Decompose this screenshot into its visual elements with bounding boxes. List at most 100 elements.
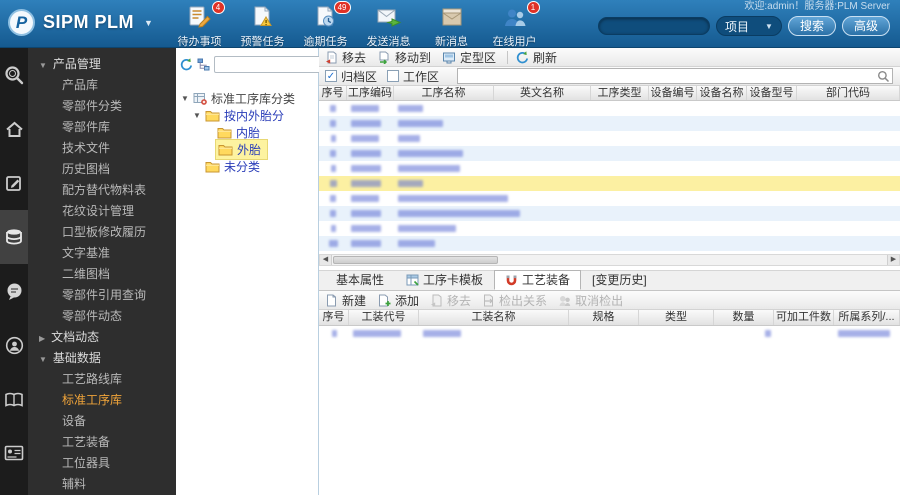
sidebar-item-6[interactable]: 配方替代物料表 xyxy=(28,180,176,201)
scroll-left-icon[interactable]: ◀ xyxy=(320,255,332,265)
detail-toolbar-button-1[interactable]: 添加 xyxy=(377,292,419,309)
toolbar-separator xyxy=(507,50,509,64)
column-header-8[interactable]: 部门代码 xyxy=(797,86,900,100)
table-row-1[interactable] xyxy=(319,101,900,116)
table-row-10[interactable] xyxy=(319,236,900,251)
sidebar-section-0[interactable]: ▼ 产品管理 xyxy=(28,54,176,75)
header-item-2[interactable]: 49 逾期任务 xyxy=(294,1,357,49)
header-item-3[interactable]: 发送消息 xyxy=(357,3,420,49)
toolbar-button-0[interactable]: 移去 xyxy=(325,49,366,66)
column-header-0[interactable]: 序号 xyxy=(319,86,347,100)
header-item-5[interactable]: 1 在线用户 xyxy=(483,1,546,49)
rail-item-1[interactable] xyxy=(0,102,28,156)
sidebar-section-14[interactable]: ▼ 基础数据 xyxy=(28,348,176,369)
rail-item-0[interactable] xyxy=(0,48,28,102)
column-header-5[interactable]: 设备编号 xyxy=(649,86,697,100)
column-header-1[interactable]: 工序编码 xyxy=(347,86,394,100)
sidebar-section-13[interactable]: ▶ 文档动态 xyxy=(28,327,176,348)
detail-column-header-0[interactable]: 序号 xyxy=(319,310,349,325)
column-header-7[interactable]: 设备型号 xyxy=(747,86,797,100)
table-row-3[interactable] xyxy=(319,131,900,146)
header-item-4[interactable]: 新消息 xyxy=(420,3,483,49)
table-row-4[interactable] xyxy=(319,146,900,161)
sidebar-item-5[interactable]: 历史图档 xyxy=(28,159,176,180)
chevron-down-icon[interactable]: ▼ xyxy=(144,18,153,28)
tree-node-outer-tire[interactable]: 外胎 xyxy=(176,139,318,160)
sidebar-item-19[interactable]: 工位器具 xyxy=(28,453,176,474)
work-area-checkbox[interactable] xyxy=(387,70,400,82)
detail-column-header-6[interactable]: 可加工件数 xyxy=(774,310,834,325)
detail-tab-2[interactable]: 工艺装备 xyxy=(494,270,582,290)
search-button[interactable]: 搜索 xyxy=(787,16,836,36)
detail-table-row-1[interactable] xyxy=(319,326,900,341)
table-row-2[interactable] xyxy=(319,116,900,131)
sidebar-item-4[interactable]: 技术文件 xyxy=(28,138,176,159)
archive-area-checkbox[interactable]: ✓ xyxy=(325,70,337,82)
sidebar-item-10[interactable]: 二维图档 xyxy=(28,264,176,285)
sidebar-item-8[interactable]: 口型板修改履历 xyxy=(28,222,176,243)
table-row-8[interactable] xyxy=(319,206,900,221)
detail-column-header-4[interactable]: 类型 xyxy=(639,310,714,325)
table-row-7[interactable] xyxy=(319,191,900,206)
detail-toolbar-button-0[interactable]: 新建 xyxy=(325,292,366,309)
table-filter-input[interactable] xyxy=(458,70,877,82)
header-item-1[interactable]: 预警任务 xyxy=(231,3,294,49)
scrollbar-thumb[interactable] xyxy=(333,256,498,264)
rail-item-5[interactable] xyxy=(0,318,28,372)
detail-tabs: 基本属性 工序卡模板 工艺装备 [变更历史] xyxy=(319,270,900,291)
scroll-right-icon[interactable]: ▶ xyxy=(887,255,899,265)
advanced-search-button[interactable]: 高级 xyxy=(841,16,890,36)
detail-column-header-5[interactable]: 数量 xyxy=(714,310,774,325)
search-scope-select[interactable]: 项目 ▼ xyxy=(715,16,782,36)
detail-tab-1[interactable]: 工序卡模板 xyxy=(395,270,494,290)
rail-item-6[interactable] xyxy=(0,372,28,426)
detail-tab-3[interactable]: [变更历史] xyxy=(581,270,658,290)
horizontal-scrollbar[interactable]: ◀ ▶ xyxy=(319,254,900,266)
tree-node-root[interactable]: ▼ 标准工序库分类 xyxy=(176,90,318,107)
detail-column-header-1[interactable]: 工装代号 xyxy=(349,310,419,325)
sidebar-item-3[interactable]: 零部件库 xyxy=(28,117,176,138)
detail-column-header-3[interactable]: 规格 xyxy=(569,310,639,325)
rail-item-3[interactable] xyxy=(0,210,28,264)
global-search-input[interactable] xyxy=(597,17,710,35)
sidebar-item-15[interactable]: 工艺路线库 xyxy=(28,369,176,390)
column-header-3[interactable]: 英文名称 xyxy=(494,86,591,100)
header-item-0[interactable]: 4 待办事项 xyxy=(168,1,231,49)
sidebar-item-12[interactable]: 零部件动态 xyxy=(28,306,176,327)
sidebar-item-1[interactable]: 产品库 xyxy=(28,75,176,96)
sidebar-item-11[interactable]: 零部件引用查询 xyxy=(28,285,176,306)
column-header-2[interactable]: 工序名称 xyxy=(394,86,494,100)
toolbar-button-1[interactable]: 移动到 xyxy=(377,49,431,66)
toolbar-button-2[interactable]: 定型区 xyxy=(442,49,496,66)
column-header-4[interactable]: 工序类型 xyxy=(591,86,649,100)
chevron-right-icon: ▶ xyxy=(39,334,46,343)
table-row-5[interactable] xyxy=(319,161,900,176)
sidebar-item-16[interactable]: 标准工序库 xyxy=(28,390,176,411)
rail-item-2[interactable] xyxy=(0,156,28,210)
column-header-6[interactable]: 设备名称 xyxy=(697,86,747,100)
detail-column-header-2[interactable]: 工装名称 xyxy=(419,310,569,325)
folder-icon xyxy=(218,144,233,156)
sidebar-label: 零部件引用查询 xyxy=(62,288,147,302)
rail-item-7[interactable] xyxy=(0,426,28,480)
detail-tab-0[interactable]: 基本属性 xyxy=(325,270,395,290)
tree-expand-icon[interactable]: ▼ xyxy=(191,111,203,120)
table-row-6[interactable] xyxy=(319,176,900,191)
tree-node-unclassified[interactable]: 未分类 xyxy=(176,158,318,175)
refresh-icon[interactable] xyxy=(180,57,193,71)
rail-item-4[interactable] xyxy=(0,264,28,318)
tree-node-group[interactable]: ▼ 按内外胎分 xyxy=(176,107,318,124)
sidebar-item-20[interactable]: 辅料 xyxy=(28,474,176,495)
locate-node-icon[interactable] xyxy=(197,58,210,71)
table-row-9[interactable] xyxy=(319,221,900,236)
app-logo[interactable]: P SIPM PLM ▼ xyxy=(8,9,153,36)
tree-expand-icon[interactable]: ▼ xyxy=(179,94,191,103)
detail-column-header-7[interactable]: 所属系列/... xyxy=(834,310,900,325)
sidebar-item-2[interactable]: 零部件分类 xyxy=(28,96,176,117)
sidebar-item-7[interactable]: 花纹设计管理 xyxy=(28,201,176,222)
toolbar-button-4[interactable]: 刷新 xyxy=(516,49,557,66)
sidebar-item-18[interactable]: 工艺装备 xyxy=(28,432,176,453)
sidebar-item-9[interactable]: 文字基准 xyxy=(28,243,176,264)
sidebar-item-17[interactable]: 设备 xyxy=(28,411,176,432)
search-icon[interactable] xyxy=(877,70,890,83)
